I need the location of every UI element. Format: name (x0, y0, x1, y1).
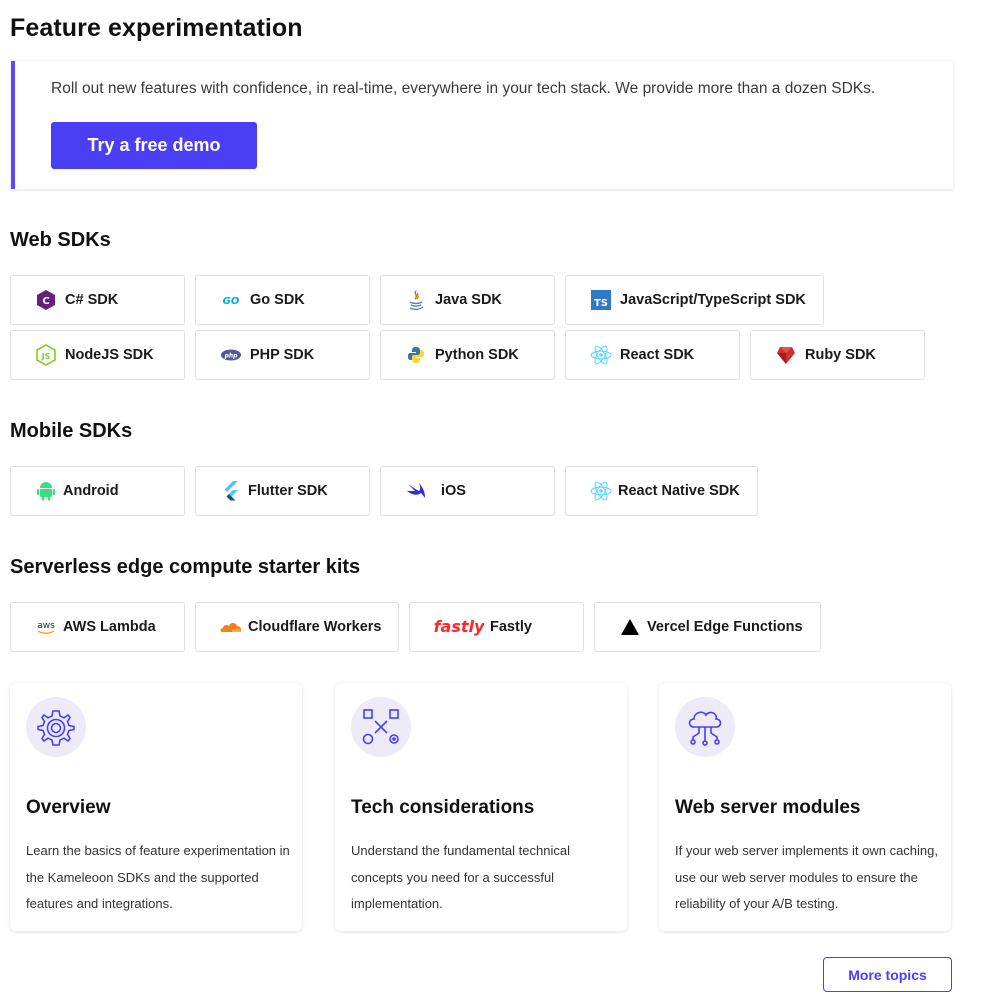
sdk-card-aws-lambda[interactable]: aws AWS Lambda (10, 602, 185, 652)
svg-text:JS: JS (41, 352, 51, 361)
sdk-card-ios[interactable]: iOS (380, 466, 555, 516)
sdk-label: PHP SDK (250, 347, 315, 363)
topic-card-tech-considerations[interactable]: Tech considerations Understand the funda… (335, 683, 627, 931)
edge-kits-title: Serverless edge compute starter kits (10, 556, 361, 578)
cloudflare-icon (220, 616, 242, 638)
sdk-label: C# SDK (65, 292, 119, 308)
ruby-icon (775, 344, 797, 366)
flutter-icon (220, 480, 242, 502)
topic-description: Understand the fundamental technical con… (351, 843, 570, 911)
topic-card-web-server-modules[interactable]: Web server modules If your web server im… (659, 683, 951, 931)
sdk-card-ruby[interactable]: Ruby SDK (750, 330, 925, 380)
web-sdks-title: Web SDKs (10, 229, 111, 251)
go-icon: GO (220, 289, 242, 311)
sdk-card-flutter[interactable]: Flutter SDK (195, 466, 370, 516)
fastly-icon: fastly (434, 616, 484, 638)
svg-text:GO: GO (223, 296, 240, 306)
sdk-card-fastly[interactable]: fastly Fastly (409, 602, 584, 652)
svg-text:C: C (42, 296, 49, 307)
sdk-label: React Native SDK (618, 483, 740, 499)
android-icon (35, 480, 57, 502)
try-free-demo-button[interactable]: Try a free demo (51, 122, 257, 169)
sdk-label: iOS (441, 483, 466, 499)
sdk-label: Flutter SDK (248, 483, 328, 499)
mobile-sdks-title: Mobile SDKs (10, 420, 133, 442)
sdk-card-nodejs[interactable]: JS NodeJS SDK (10, 330, 185, 380)
cloud-network-icon (675, 697, 735, 757)
csharp-icon: C (35, 289, 57, 311)
sdk-label: Cloudflare Workers (248, 619, 382, 635)
svg-text:aws: aws (37, 621, 55, 631)
sdk-label: Java SDK (435, 292, 502, 308)
sdk-label: NodeJS SDK (65, 347, 154, 363)
sdk-label: React SDK (620, 347, 695, 363)
typescript-icon: TS (590, 289, 612, 311)
sdk-card-react-native[interactable]: React Native SDK (565, 466, 758, 516)
sdk-label: JavaScript/TypeScript SDK (620, 292, 806, 308)
hero-text: Roll out new features with confidence, i… (51, 80, 876, 97)
svg-text:php: php (224, 353, 239, 360)
nodejs-icon: JS (35, 344, 57, 366)
topic-title: Tech considerations (351, 797, 535, 818)
swift-icon (405, 480, 427, 502)
topic-description: Learn the basics of feature experimentat… (26, 843, 290, 911)
sdk-label: Python SDK (435, 347, 519, 363)
react-icon (590, 480, 612, 502)
sdk-card-java[interactable]: Java SDK (380, 275, 555, 325)
sdk-card-vercel-edge-functions[interactable]: Vercel Edge Functions (594, 602, 821, 652)
nodes-icon (351, 697, 411, 757)
svg-text:TS: TS (594, 298, 608, 309)
sdk-card-cloudflare-workers[interactable]: Cloudflare Workers (195, 602, 399, 652)
sdk-label: Ruby SDK (805, 347, 876, 363)
topic-title: Overview (26, 797, 111, 818)
sdk-label: Go SDK (250, 292, 305, 308)
java-icon (405, 289, 427, 311)
react-icon (590, 344, 612, 366)
gear-icon (26, 697, 86, 757)
sdk-label: Vercel Edge Functions (647, 619, 803, 635)
sdk-card-javascript-typescript[interactable]: TS JavaScript/TypeScript SDK (565, 275, 824, 325)
topic-card-overview[interactable]: Overview Learn the basics of feature exp… (10, 683, 302, 931)
sdk-card-csharp[interactable]: C C# SDK (10, 275, 185, 325)
sdk-card-react[interactable]: React SDK (565, 330, 740, 380)
sdk-label: Android (63, 483, 119, 499)
topic-title: Web server modules (675, 797, 861, 818)
aws-icon: aws (35, 616, 57, 638)
sdk-label: Fastly (490, 619, 532, 635)
sdk-card-go[interactable]: GO Go SDK (195, 275, 370, 325)
sdk-card-php[interactable]: php PHP SDK (195, 330, 370, 380)
sdk-card-python[interactable]: Python SDK (380, 330, 555, 380)
topic-description: If your web server implements it own cac… (675, 843, 938, 911)
vercel-icon (619, 616, 641, 638)
php-icon: php (220, 344, 242, 366)
python-icon (405, 344, 427, 366)
sdk-label: AWS Lambda (63, 619, 156, 635)
svg-text:fastly: fastly (434, 617, 484, 636)
hero-callout: Roll out new features with confidence, i… (11, 61, 953, 189)
sdk-card-android[interactable]: Android (10, 466, 185, 516)
page-title: Feature experimentation (10, 14, 303, 42)
more-topics-button[interactable]: More topics (823, 957, 952, 992)
